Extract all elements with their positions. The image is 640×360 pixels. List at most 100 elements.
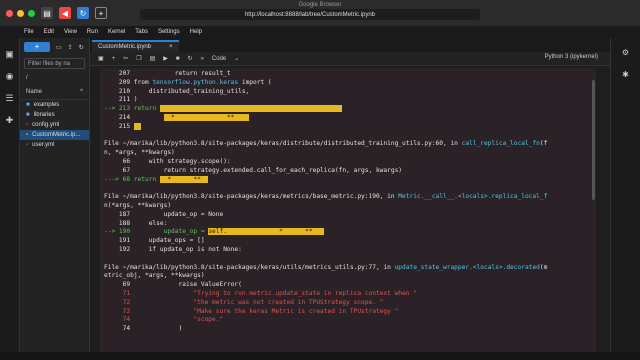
fast-forward-icon[interactable]: » [201,56,204,62]
traceback-segment: 188 else: [104,219,168,227]
copy-icon[interactable]: ❐ [136,55,141,62]
cut-icon[interactable]: ✂ [123,55,128,62]
window-controls [6,9,35,17]
traceback-segment: self. * ** [208,228,324,236]
save-icon[interactable]: ▣ [98,55,104,62]
file-item-label: user.yml [32,142,55,148]
traceback-segment: import ( [238,78,272,86]
menu-tabs[interactable]: Tabs [135,29,148,35]
traceback-line: 191 update_ops = [] [104,237,592,246]
new-folder-icon[interactable]: ▭ [56,44,62,51]
file-filter-input[interactable]: Filter files by na [24,58,85,69]
chevron-down-icon[interactable]: ⌄ [234,55,239,62]
traceback-segment: (f [539,140,548,148]
traceback-line: --> 190 update_op = self. * ** [104,228,592,237]
kernel-indicator[interactable]: Python 3 (ipykernel) [545,54,598,60]
name-column-header[interactable]: Name [26,89,42,95]
file-item[interactable]: ■ libraries [20,110,89,120]
debugger-icon[interactable]: ✱ [620,70,632,82]
back-icon[interactable]: ◀ [59,7,71,19]
traceback-segment: 187 update_op = None [104,210,224,218]
file-browser-toolbar: + ▭ ⇪ ↻ [20,38,89,56]
traceback-segment: 214 [104,113,164,121]
add-cell-icon[interactable]: + [112,56,116,62]
left-activity-bar: ▣ ◉ ☰ ✚ [0,38,20,360]
maximize-window-button[interactable] [28,9,35,17]
menu-bar: File Edit View Run Kernel Tabs Settings … [0,26,640,38]
sort-icon[interactable]: ^ [80,89,83,95]
traceback-segment: 74 "scope." [104,316,224,324]
folder-icon[interactable]: ▣ [4,48,16,60]
tab-custommetric[interactable]: CustomMetric.ipynb × [92,40,179,52]
traceback-segment: --> 213 return [104,105,160,113]
window-title: Google Browser [298,2,342,8]
traceback-line: 215 [104,122,592,132]
reload-icon[interactable]: ↻ [77,7,89,19]
traceback-line: 67 return strategy.extended.call_for_eac… [104,167,592,176]
file-browser-path[interactable]: / [20,71,89,85]
traceback-segment: * ** [163,113,250,121]
traceback-segment: 209 from [104,78,153,86]
restart-icon[interactable]: ↻ [188,55,193,62]
folder-icon: ■ [26,112,30,118]
new-tab-icon[interactable]: + [95,7,107,19]
file-item-selected[interactable]: ▪ CustomMetric.ip... [20,130,89,140]
cell-type-select[interactable]: Code [212,56,226,62]
menu-edit[interactable]: Edit [44,29,54,35]
run-icon[interactable]: ▶ [163,55,168,62]
url-bar[interactable]: http://localhost:8888/lab/tree/CustomMet… [140,9,480,20]
traceback-segment: 191 update_ops = [] [104,237,205,245]
notebook-toolbar: ▣ + ✂ ❐ ▤ ▶ ■ ↻ » Code ⌄ Python 3 (ipyke… [90,52,610,66]
traceback-line: 71 "Trying to run metric.update_state in… [104,290,592,299]
file-item[interactable]: ■ examples [20,100,89,110]
new-launcher-button[interactable]: + [24,42,50,52]
traceback-line: File ~/marika/lib/python3.8/site-package… [104,264,592,273]
sidebar-toggle-icon[interactable]: ▤ [41,7,53,19]
traceback-segment: 73 "Make sure the keras Metric is create… [104,307,399,315]
upload-icon[interactable]: ⇪ [68,44,73,51]
paste-icon[interactable]: ▤ [150,55,156,62]
right-sidebar: ⚙ ✱ [610,38,640,360]
traceback-line: 74 "scope." [104,316,592,325]
traceback-line: 73 "Make sure the keras Metric is create… [104,308,592,317]
traceback-line: 209 from tensorflow.python.keras import … [104,79,592,88]
traceback-line [104,132,592,141]
traceback-line: 72 "the metric was not created in TPUStr… [104,299,592,308]
menu-settings[interactable]: Settings [158,29,180,35]
file-icon: ▪ [26,142,29,148]
traceback-segment: 67 return strategy.extended.call_for_eac… [104,166,403,174]
traceback-line: 207 return result_t [104,70,592,79]
refresh-icon[interactable]: ↻ [79,44,84,51]
minimize-window-button[interactable] [17,9,24,17]
traceback-line: 188 else: [104,220,592,229]
output-scrollbar[interactable] [592,80,595,200]
close-window-button[interactable] [6,9,13,17]
traceback-segment: call_replica_local_fn [461,140,540,148]
extension-icon[interactable]: ✚ [4,114,16,126]
folder-icon: ■ [26,102,30,108]
traceback-line: etric_obj, *args, **kwargs) [104,272,592,281]
menu-file[interactable]: File [24,29,34,35]
traceback-segment: (m [539,263,548,271]
file-item[interactable]: ▪ user.yml [20,140,89,150]
file-browser: + ▭ ⇪ ↻ Filter files by na / Name ^ ■ ex… [20,38,90,360]
menu-run[interactable]: Run [87,29,98,35]
traceback-line: 74 ) [104,325,592,334]
file-icon: ▪ [26,122,29,128]
traceback-segment: ---> 68 return [104,175,160,183]
stop-icon[interactable]: ■ [176,56,180,62]
file-list-header[interactable]: Name ^ [20,85,89,100]
traceback-line: 66 with strategy.scope(): [104,158,592,167]
toc-icon[interactable]: ☰ [4,92,16,104]
menu-view[interactable]: View [64,29,77,35]
running-icon[interactable]: ◉ [4,70,16,82]
property-inspector-icon[interactable]: ⚙ [620,48,632,60]
file-item[interactable]: ▪ config.yml [20,120,89,130]
traceback-segment: 211 ) [104,96,138,104]
traceback-segment: 192 if update_op is not None: [104,245,242,253]
close-icon[interactable]: × [169,44,173,50]
tab-label: CustomMetric.ipynb [98,44,152,50]
menu-help[interactable]: Help [190,29,202,35]
menu-kernel[interactable]: Kernel [108,29,125,35]
traceback-line: --> 213 return [104,105,592,114]
